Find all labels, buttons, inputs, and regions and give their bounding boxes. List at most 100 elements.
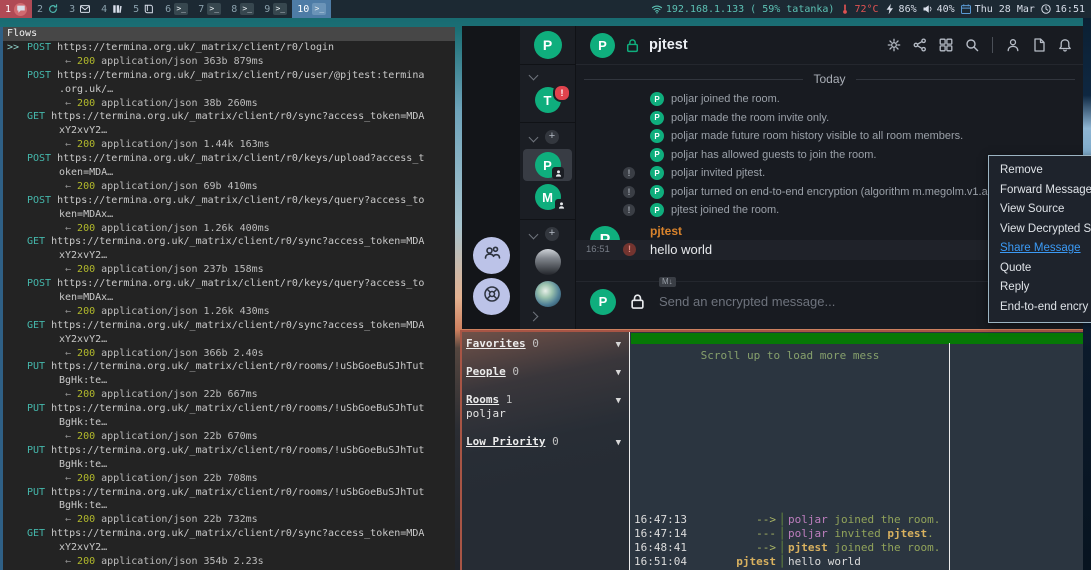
- flow-row[interactable]: POST https://termina.org.uk/_matrix/clie…: [3, 152, 455, 194]
- menu-item-end-to-end-encry[interactable]: End-to-end encry: [989, 298, 1091, 318]
- flow-row[interactable]: POST https://termina.org.uk/_matrix/clie…: [3, 277, 455, 319]
- response-arrow: ←: [65, 181, 77, 192]
- workspace-7[interactable]: 7>_: [193, 0, 226, 18]
- day-divider: Today: [584, 72, 1075, 86]
- flow-row[interactable]: POST https://termina.org.uk/_matrix/clie…: [3, 194, 455, 236]
- workspace-1[interactable]: 1: [0, 0, 32, 18]
- buffer-section-header[interactable]: Rooms 1▼: [466, 393, 629, 407]
- http-method: POST: [27, 153, 51, 164]
- flow-request-line: >>POST https://termina.org.uk/_matrix/cl…: [3, 41, 455, 55]
- menu-item-forward-message[interactable]: Forward Message: [989, 181, 1091, 201]
- flow-row[interactable]: POST https://termina.org.uk/_matrix/clie…: [3, 69, 455, 111]
- workspace-list: 123456>_7>_8>_9>_10>_: [0, 0, 331, 18]
- flow-response-line: ← 200 application/json 22b 708ms: [3, 472, 455, 486]
- share-icon[interactable]: [912, 37, 928, 53]
- explore-button[interactable]: [473, 278, 510, 315]
- workspace-10[interactable]: 10>_: [292, 0, 331, 18]
- menu-item-quote[interactable]: Quote: [989, 259, 1091, 279]
- explore-wheel-icon: [482, 284, 502, 309]
- markdown-badge[interactable]: M↓: [659, 277, 676, 287]
- room-avatar[interactable]: P: [590, 33, 615, 58]
- workspace-6[interactable]: 6>_: [160, 0, 193, 18]
- room-list-item[interactable]: P: [523, 149, 572, 181]
- space-avatar[interactable]: P: [534, 31, 562, 59]
- menu-item-share-message[interactable]: Share Message: [989, 239, 1091, 259]
- settings-icon[interactable]: [886, 37, 902, 53]
- buffer-section-header[interactable]: Low Priority 0▼: [466, 435, 629, 449]
- flow-url: https://termina.org.uk/_matrix/client/r0…: [45, 528, 424, 539]
- buffer-section: Low Priority 0▼: [466, 435, 629, 449]
- flow-row[interactable]: GET https://termina.org.uk/_matrix/clien…: [3, 319, 455, 361]
- menu-item-reply[interactable]: Reply: [989, 278, 1091, 298]
- response-meta: application/json 366b 2.40s: [95, 348, 264, 359]
- workspace-3[interactable]: 3: [64, 0, 96, 18]
- flow-row[interactable]: GET https://termina.org.uk/_matrix/clien…: [3, 110, 455, 152]
- person-icon[interactable]: [1005, 37, 1021, 53]
- chat-timestamp: 16:48:41: [634, 541, 702, 555]
- people-button[interactable]: [473, 237, 510, 274]
- room-list-item[interactable]: [520, 246, 575, 278]
- room-list-item[interactable]: [520, 278, 575, 310]
- flow-row[interactable]: PUT https://termina.org.uk/_matrix/clien…: [3, 444, 455, 486]
- section-header[interactable]: +: [520, 127, 575, 149]
- buffer-item[interactable]: poljar: [466, 407, 629, 421]
- menu-item-view-decrypted-s[interactable]: View Decrypted S: [989, 220, 1091, 240]
- message-segment: pjtest: [788, 541, 828, 554]
- flow-row[interactable]: GET https://termina.org.uk/_matrix/clien…: [3, 527, 455, 569]
- search-icon[interactable]: [964, 37, 980, 53]
- workspace-8[interactable]: 8>_: [226, 0, 259, 18]
- menu-item-view-source[interactable]: View Source: [989, 200, 1091, 220]
- workspace-2[interactable]: 2: [32, 0, 64, 18]
- flow-row[interactable]: PUT https://termina.org.uk/_matrix/clien…: [3, 486, 455, 528]
- collapse-triangle-icon[interactable]: ▼: [616, 366, 621, 380]
- grid-icon[interactable]: [938, 37, 954, 53]
- flow-response-line: ← 200 application/json 22b 670ms: [3, 430, 455, 444]
- status-battery: 86%: [884, 3, 917, 15]
- collapse-triangle-icon[interactable]: ▼: [616, 394, 621, 408]
- flow-response-line: ← 200 application/json 1.26k 400ms: [3, 222, 455, 236]
- message-segment: invited: [828, 527, 888, 540]
- http-method: GET: [27, 236, 45, 247]
- flow-request-line: PUT https://termina.org.uk/_matrix/clien…: [3, 444, 455, 458]
- room-list-item[interactable]: T!: [520, 84, 575, 116]
- flow-url-continuation: ken=MDAx…: [3, 291, 455, 305]
- flow-row[interactable]: GET https://termina.org.uk/_matrix/clien…: [3, 235, 455, 277]
- room-section: +: [520, 219, 575, 331]
- buffer-section-header[interactable]: Favorites 0▼: [466, 337, 629, 351]
- space-header[interactable]: P: [520, 26, 575, 64]
- collapse-triangle-icon[interactable]: ▼: [616, 338, 621, 352]
- response-meta: application/json 22b 708ms: [95, 473, 258, 484]
- flow-row[interactable]: PUT https://termina.org.uk/_matrix/clien…: [3, 360, 455, 402]
- menu-item-remove[interactable]: Remove: [989, 161, 1091, 181]
- response-arrow: ←: [65, 389, 77, 400]
- pane-divider-right[interactable]: [949, 343, 950, 570]
- room-list-item[interactable]: M: [520, 181, 575, 213]
- buffer-section-header[interactable]: People 0▼: [466, 365, 629, 379]
- add-room-button[interactable]: +: [545, 227, 559, 241]
- section-header[interactable]: +: [520, 224, 575, 246]
- pane-divider-left[interactable]: [629, 332, 630, 570]
- response-arrow: ←: [65, 514, 77, 525]
- flow-url: https://termina.org.uk/_matrix/client/r0…: [51, 70, 424, 81]
- state-event-row: Ppoljar made the room invite only.: [576, 109, 1083, 128]
- flow-response-line: ← 200 application/json 1.44k 163ms: [3, 138, 455, 152]
- flow-response-line: ← 200 application/json 363b 879ms: [3, 55, 455, 69]
- add-room-button[interactable]: +: [545, 130, 559, 144]
- document-icon[interactable]: [1031, 37, 1047, 53]
- section-header[interactable]: [520, 69, 575, 84]
- notifications-icon[interactable]: [1057, 37, 1073, 53]
- message-context-menu: RemoveForward MessageView SourceView Dec…: [988, 155, 1091, 323]
- workspace-4[interactable]: 4: [96, 0, 128, 18]
- room-sections: T! + PM +: [520, 64, 575, 331]
- response-arrow: ←: [65, 56, 77, 67]
- workspace-5[interactable]: 5: [128, 0, 160, 18]
- flow-row[interactable]: >>POST https://termina.org.uk/_matrix/cl…: [3, 41, 455, 69]
- flows-list[interactable]: >>POST https://termina.org.uk/_matrix/cl…: [3, 41, 455, 570]
- flow-url: https://termina.org.uk/_matrix/client/r0…: [51, 195, 424, 206]
- workspace-9[interactable]: 9>_: [259, 0, 292, 18]
- message-input[interactable]: M↓ Send an encrypted message...: [659, 293, 1010, 311]
- flow-row[interactable]: PUT https://termina.org.uk/_matrix/clien…: [3, 402, 455, 444]
- collapse-triangle-icon[interactable]: ▼: [616, 436, 621, 450]
- wifi-icon: [651, 3, 663, 15]
- expand-row[interactable]: [520, 310, 575, 325]
